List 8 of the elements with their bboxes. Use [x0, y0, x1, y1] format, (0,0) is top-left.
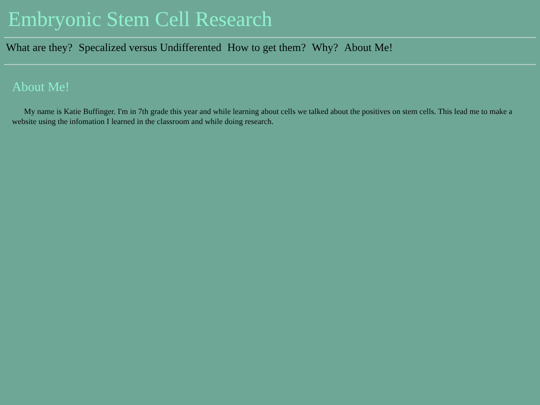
about-paragraph: My name is Katie Buffinger. I'm in 7th grade this year and while learning about cells we talked about the positives on stem cells. This lead me to make a website using the infomation I learned in the classroom and while doing research.	[12, 107, 514, 126]
nav-link[interactable]: What are they?	[6, 42, 73, 54]
nav-link[interactable]: Why?	[312, 42, 338, 54]
nav-link[interactable]: How to get them?	[227, 42, 306, 54]
nav-link[interactable]: About Me!	[344, 42, 393, 54]
nav-link[interactable]: Specalized versus Undifferented	[78, 42, 222, 54]
section-heading: About Me!	[12, 79, 70, 95]
site-title: Embryonic Stem Cell Research	[8, 6, 274, 32]
